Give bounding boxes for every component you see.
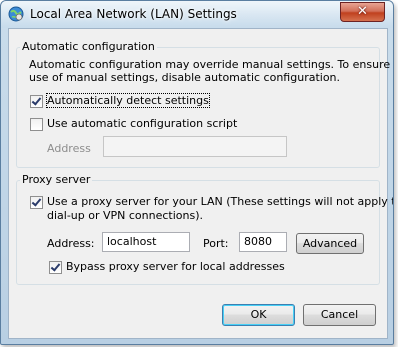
proxy-port-label: Port: (203, 237, 229, 250)
dialog-body: Automatic configuration Automatic config… (8, 28, 393, 339)
cancel-button[interactable]: Cancel (303, 304, 376, 326)
use-proxy-checkbox[interactable] (30, 196, 43, 209)
proxy-server-legend: Proxy server (20, 173, 93, 186)
ok-button[interactable]: OK (222, 304, 295, 326)
close-button[interactable]: ✕ (340, 2, 385, 22)
bypass-local-checkbox[interactable] (49, 261, 62, 274)
script-address-input[interactable] (103, 136, 287, 157)
auto-config-script-label[interactable]: Use automatic configuration script (47, 117, 237, 130)
close-icon: ✕ (357, 4, 368, 19)
proxy-address-input[interactable]: localhost (102, 232, 190, 252)
use-proxy-label-line2: dial-up or VPN connections). (47, 209, 204, 222)
title-bar[interactable]: Local Area Network (LAN) Settings ✕ (1, 1, 393, 28)
network-globe-icon (8, 6, 24, 22)
auto-detect-label[interactable]: Automatically detect settings (46, 93, 210, 108)
bypass-local-checkbox-row[interactable]: Bypass proxy server for local addresses (49, 260, 285, 274)
script-address-label: Address (47, 142, 91, 155)
auto-detect-checkbox[interactable] (30, 95, 43, 108)
proxy-port-input[interactable]: 8080 (239, 232, 287, 252)
auto-config-description-line1: Automatic configuration may override man… (29, 58, 394, 71)
window-title: Local Area Network (LAN) Settings (30, 7, 237, 21)
automatic-configuration-legend: Automatic configuration (20, 40, 157, 53)
dialog-window: Local Area Network (LAN) Settings ✕ Auto… (0, 0, 394, 345)
advanced-button[interactable]: Advanced (296, 233, 364, 254)
use-proxy-label-line1: Use a proxy server for your LAN (These s… (47, 195, 394, 208)
auto-config-script-checkbox-row[interactable]: Use automatic configuration script (30, 117, 237, 131)
auto-config-description-line2: use of manual settings, disable automati… (29, 71, 341, 84)
proxy-address-label: Address: (47, 237, 95, 250)
auto-config-script-checkbox[interactable] (30, 118, 43, 131)
use-proxy-label[interactable]: Use a proxy server for your LAN (These s… (47, 195, 394, 223)
auto-detect-checkbox-row[interactable]: Automatically detect settings (30, 93, 210, 108)
use-proxy-checkbox-row[interactable]: Use a proxy server for your LAN (These s… (30, 195, 394, 223)
bypass-local-label[interactable]: Bypass proxy server for local addresses (66, 260, 285, 273)
